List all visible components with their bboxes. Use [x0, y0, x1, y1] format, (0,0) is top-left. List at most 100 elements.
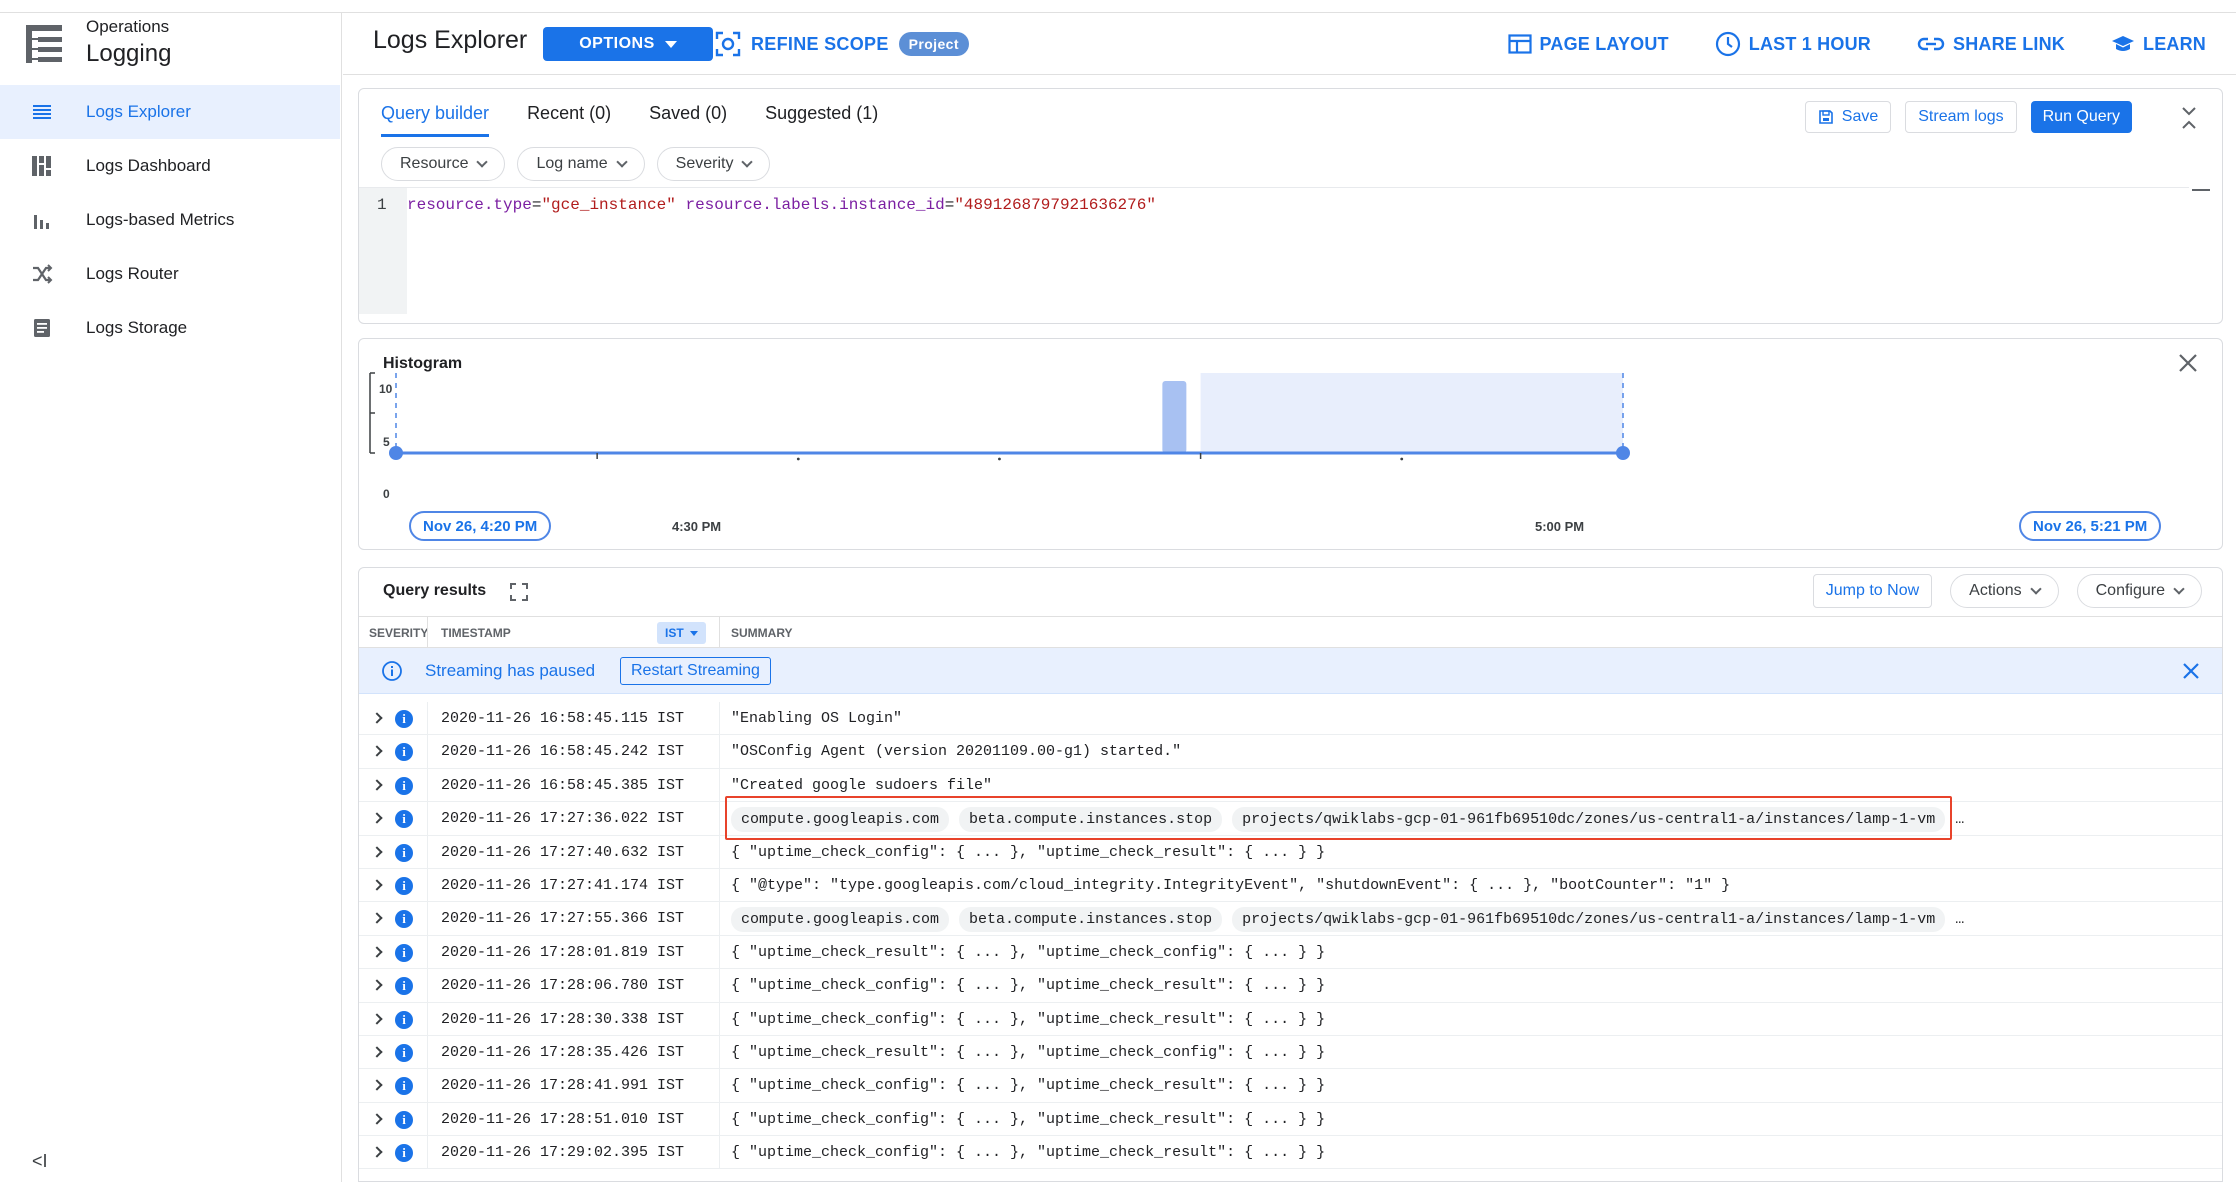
chevron-down-icon: [476, 156, 489, 168]
expand-row-icon[interactable]: [371, 979, 383, 991]
restart-streaming-button[interactable]: Restart Streaming: [620, 657, 771, 685]
log-entry-row[interactable]: i 2020-11-26 17:28:41.991 IST { "uptime_ch…: [359, 1069, 2222, 1103]
sidebar-item-logs-router[interactable]: Logs Router: [0, 247, 342, 301]
options-button[interactable]: OPTIONS: [543, 27, 713, 61]
editor-scrollbar[interactable]: [2192, 189, 2210, 191]
log-entry-row[interactable]: i 2020-11-26 17:28:35.426 IST { "uptime_ch…: [359, 1035, 2222, 1070]
column-timestamp[interactable]: TIMESTAMP: [441, 626, 511, 640]
time-range-button[interactable]: LAST 1 HOUR: [1715, 31, 1871, 57]
sidebar-item-logs-storage[interactable]: Logs Storage: [0, 301, 342, 355]
editor-gutter: 1: [359, 188, 407, 314]
close-histogram-icon[interactable]: [2178, 353, 2198, 373]
resource-filter-dropdown[interactable]: Resource: [381, 147, 506, 181]
school-icon: [2112, 36, 2134, 51]
actions-dropdown[interactable]: Actions: [1950, 574, 2059, 608]
column-divider: [427, 835, 428, 868]
log-entry-row[interactable]: i 2020-11-26 17:27:36.022 IST compute.goog…: [359, 802, 2222, 836]
severity-filter-dropdown[interactable]: Severity: [656, 147, 771, 181]
timezone-selector[interactable]: IST: [657, 622, 706, 644]
log-entry-row[interactable]: i 2020-11-26 17:27:55.366 IST compute.goog…: [359, 902, 2222, 936]
log-summary: { "uptime_check_config": { ... }, "uptim…: [731, 977, 1326, 995]
column-divider: [719, 617, 720, 649]
summary-field-chip[interactable]: compute.googleapis.com: [731, 907, 950, 933]
product-subtitle: Operations: [86, 17, 170, 36]
log-summary: { "uptime_check_result": { ... }, "uptim…: [731, 1043, 1326, 1061]
query-results-panel: Query results Jump to Now Actions Config…: [358, 567, 2223, 1182]
product-brand: Operations Logging: [0, 13, 342, 75]
log-timestamp: 2020-11-26 17:28:30.338 IST: [441, 1010, 685, 1028]
query-text[interactable]: resource.type="gce_instance" resource.la…: [407, 188, 2189, 314]
stream-logs-button[interactable]: Stream logs: [1905, 101, 2017, 133]
log-timestamp: 2020-11-26 17:27:41.174 IST: [441, 876, 685, 894]
list-icon: [33, 105, 51, 119]
configure-dropdown[interactable]: Configure: [2076, 574, 2202, 608]
summary-field-chip[interactable]: beta.compute.instances.stop: [959, 907, 1223, 933]
expand-row-icon[interactable]: [371, 745, 383, 758]
log-entry-row[interactable]: i 2020-11-26 17:28:51.010 IST { "uptime_ch…: [359, 1102, 2222, 1137]
learn-button[interactable]: LEARN: [2111, 31, 2206, 57]
expand-row-icon[interactable]: [371, 1079, 383, 1091]
summary-field-chip[interactable]: beta.compute.instances.stop: [959, 807, 1223, 833]
expand-row-icon[interactable]: [371, 812, 383, 824]
column-severity[interactable]: SEVERITY: [369, 626, 428, 640]
refine-scope-button[interactable]: REFINE SCOPE Project: [715, 31, 969, 57]
log-summary: "Enabling OS Login": [731, 710, 903, 727]
expand-row-icon[interactable]: [371, 712, 383, 724]
scope-badge: Project: [898, 32, 969, 56]
collapse-editor-icon[interactable]: [2178, 105, 2200, 131]
tab-query-builder[interactable]: Query builder: [381, 103, 490, 137]
log-entry-row[interactable]: i 2020-11-26 17:27:41.174 IST { "@type": "…: [359, 868, 2222, 903]
sidebar-item-logs-dashboard[interactable]: Logs Dashboard: [0, 139, 342, 193]
start-time-handle[interactable]: Nov 26, 4:20 PM: [409, 511, 552, 541]
tab-suggested[interactable]: Suggested (1): [765, 103, 878, 137]
log-timestamp: 2020-11-26 16:58:45.385 IST: [441, 776, 685, 794]
expand-row-icon[interactable]: [371, 946, 383, 958]
tab-recent[interactable]: Recent (0): [527, 103, 611, 137]
summary-field-chip[interactable]: projects/qwiklabs-gcp-01-961fb69510dc/zo…: [1232, 807, 1946, 833]
sidebar-item-logs-explorer[interactable]: Logs Explorer: [0, 85, 340, 139]
log-entry-row[interactable]: i 2020-11-26 17:29:02.395 IST { "uptime_ch…: [359, 1136, 2222, 1170]
y-tick-label: 10: [379, 382, 393, 396]
log-timestamp: 2020-11-26 16:58:45.242 IST: [441, 743, 685, 761]
refine-scope-icon: [715, 31, 741, 57]
expand-row-icon[interactable]: [371, 1113, 383, 1125]
log-entry-row[interactable]: i 2020-11-26 17:28:30.338 IST { "uptime_ch…: [359, 1002, 2222, 1036]
log-name-filter-dropdown[interactable]: Log name: [517, 147, 645, 181]
expand-row-icon[interactable]: [371, 1046, 383, 1058]
info-severity-icon: i: [395, 1077, 413, 1096]
log-entry-row[interactable]: i 2020-11-26 16:58:45.242 IST "OSConfig Ag…: [359, 735, 2222, 769]
log-entry-row[interactable]: i 2020-11-26 16:58:45.385 IST "Created goo…: [359, 768, 2222, 803]
page-layout-button[interactable]: PAGE LAYOUT: [1507, 31, 1669, 57]
expand-row-icon[interactable]: [371, 779, 383, 791]
jump-to-now-button[interactable]: Jump to Now: [1812, 574, 1933, 608]
column-summary[interactable]: SUMMARY: [731, 626, 793, 640]
close-banner-icon[interactable]: [2182, 662, 2200, 680]
log-entry-row[interactable]: i 2020-11-26 16:58:45.115 IST "Enabling OS…: [359, 702, 2222, 736]
fullscreen-icon[interactable]: [509, 582, 529, 602]
summary-field-chip[interactable]: projects/qwiklabs-gcp-01-961fb69510dc/zo…: [1232, 907, 1946, 933]
save-query-button[interactable]: Save: [1804, 101, 1892, 133]
expand-row-icon[interactable]: [371, 879, 383, 891]
end-time-handle[interactable]: Nov 26, 5:21 PM: [2019, 511, 2162, 541]
expand-row-icon[interactable]: [371, 845, 383, 858]
column-divider: [719, 768, 720, 802]
run-query-button[interactable]: Run Query: [2030, 101, 2132, 133]
expand-row-icon[interactable]: [371, 1012, 383, 1025]
save-label: Save: [1841, 108, 1879, 125]
share-link-button[interactable]: SHARE LINK: [1917, 31, 2065, 57]
sidebar-item-logs-based-metrics[interactable]: Logs-based Metrics: [0, 193, 342, 247]
log-entry-row[interactable]: i 2020-11-26 17:27:40.632 IST { "uptime_ch…: [359, 835, 2222, 869]
column-divider: [427, 902, 428, 935]
tab-saved[interactable]: Saved (0): [649, 103, 727, 137]
collapse-sidebar-button[interactable]: <I: [32, 1151, 48, 1172]
expand-row-icon[interactable]: [371, 912, 383, 925]
page-layout-icon: [1507, 34, 1532, 54]
y-tick-label: 5: [383, 435, 390, 449]
query-editor[interactable]: 1 resource.type="gce_instance" resource.…: [359, 187, 2189, 314]
log-entry-row[interactable]: i 2020-11-26 17:28:01.819 IST { "uptime_ch…: [359, 935, 2222, 970]
expand-row-icon[interactable]: [371, 1146, 383, 1158]
summary-field-chip[interactable]: compute.googleapis.com: [731, 807, 950, 833]
chip-label: Resource: [400, 155, 469, 172]
histogram-chart[interactable]: [359, 339, 2224, 551]
log-entry-row[interactable]: i 2020-11-26 17:28:06.780 IST { "uptime_ch…: [359, 969, 2222, 1003]
